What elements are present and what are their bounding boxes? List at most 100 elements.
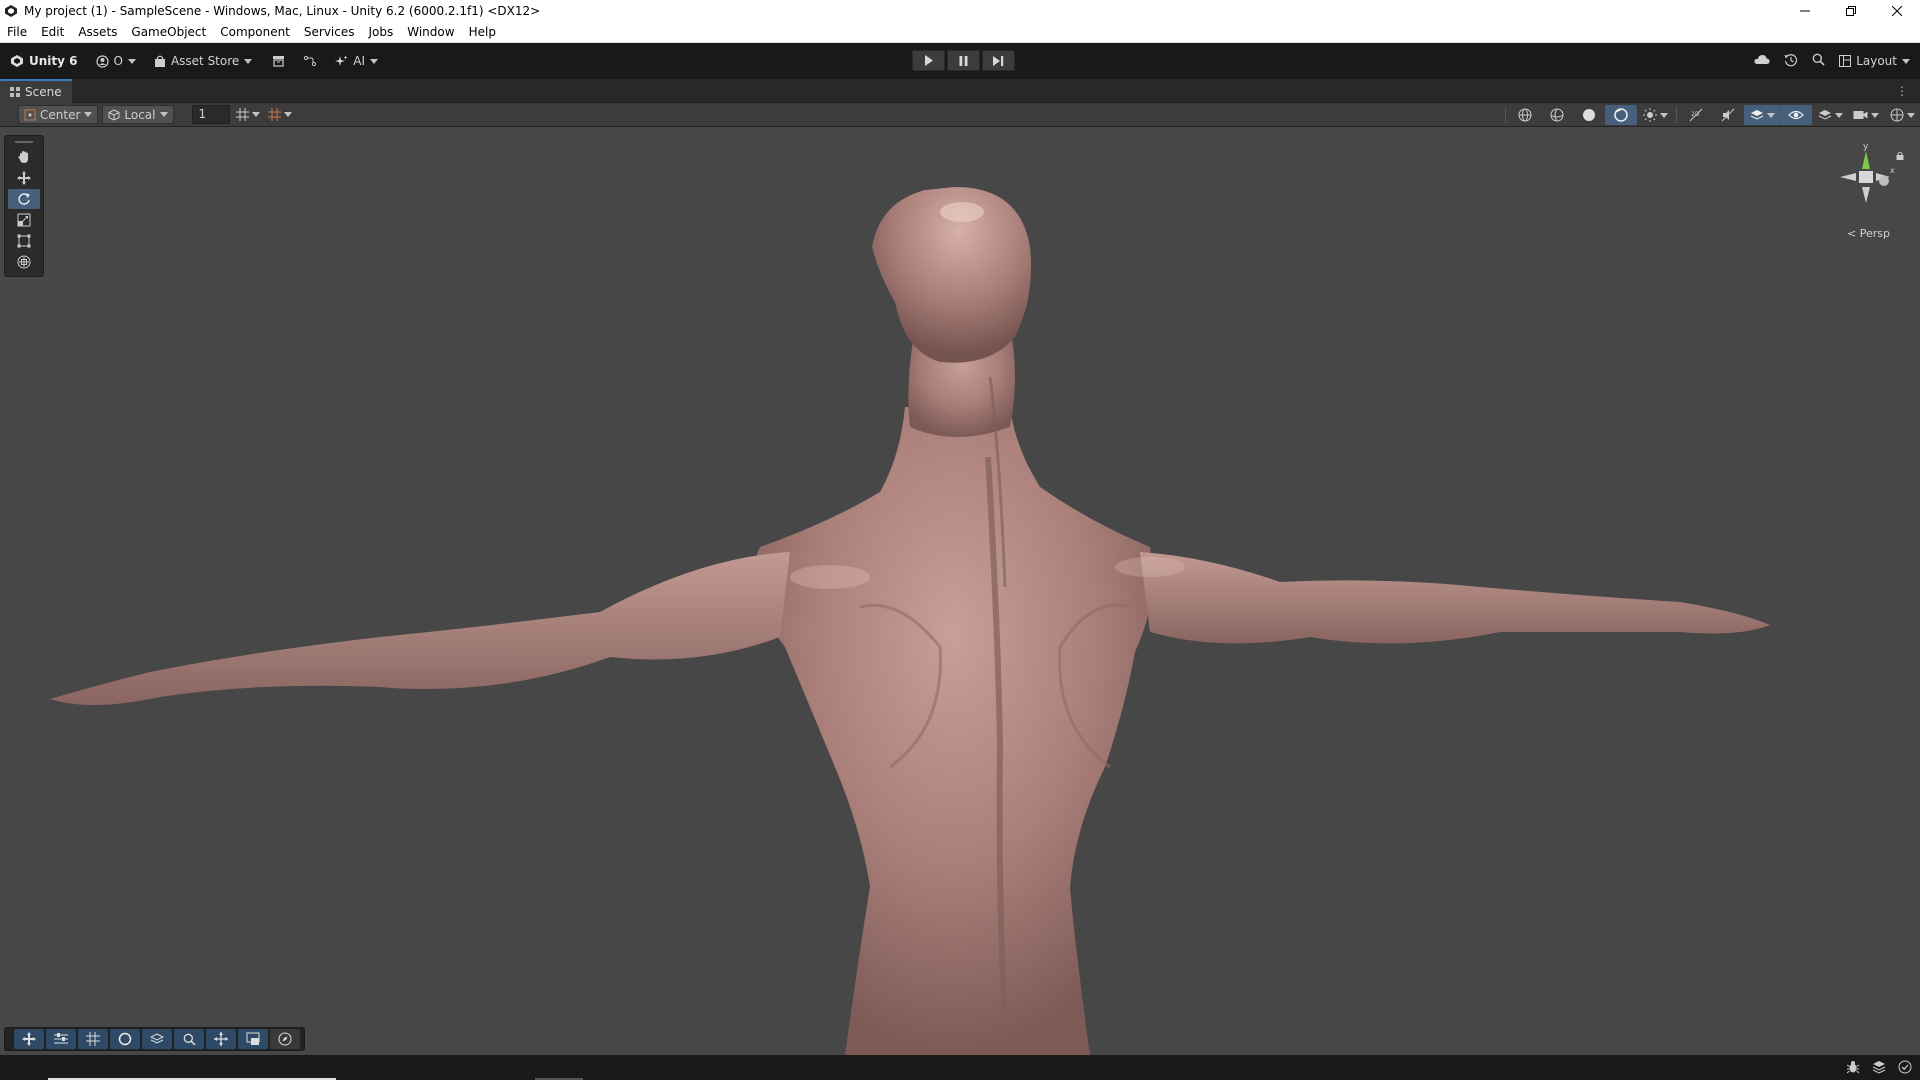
scale-icon <box>17 213 31 227</box>
snap-settings-toggle[interactable] <box>266 105 294 124</box>
globe-icon <box>1518 108 1532 122</box>
version-control-button[interactable] <box>297 49 323 73</box>
step-button[interactable] <box>982 50 1015 71</box>
version-control-icon <box>304 55 317 67</box>
layers-toggle-button[interactable] <box>142 1029 172 1049</box>
chevron-down-icon <box>1902 58 1910 64</box>
minimize-icon <box>1800 10 1810 12</box>
scale-tool-button[interactable] <box>8 210 40 230</box>
grid-icon <box>10 86 20 97</box>
circle-icon <box>118 1032 132 1046</box>
pause-button[interactable] <box>947 50 980 71</box>
gizmo-y-label: y <box>1863 142 1869 152</box>
rotate-tool-button[interactable] <box>8 189 40 209</box>
projection-label: Persp <box>1859 227 1890 240</box>
sun-icon <box>1642 108 1657 122</box>
zoom-button[interactable] <box>174 1029 204 1049</box>
layers-dropdown[interactable] <box>1812 105 1848 125</box>
unity-logo-icon <box>5 5 17 17</box>
cloud-button[interactable] <box>1754 54 1770 68</box>
stack-icon[interactable] <box>1872 1060 1886 1074</box>
draw-mode-dropdown[interactable] <box>1637 105 1673 125</box>
layout-dropdown[interactable]: Layout <box>1839 49 1910 73</box>
minimize-button[interactable] <box>1782 0 1828 22</box>
menu-jobs[interactable]: Jobs <box>362 22 401 43</box>
menu-services[interactable]: Services <box>297 22 362 43</box>
menu-window[interactable]: Window <box>400 22 461 43</box>
orientation-button[interactable] <box>46 1029 76 1049</box>
play-button[interactable] <box>912 50 945 71</box>
shading-toggle-button[interactable] <box>110 1029 140 1049</box>
axis-gizmo-icon: y x <box>1840 142 1895 203</box>
2d-toggle[interactable]: 2D <box>1680 105 1712 125</box>
menu-file[interactable]: File <box>0 22 34 43</box>
drag-handle[interactable] <box>5 138 43 146</box>
pivot-mode-dropdown[interactable]: Center <box>18 105 99 124</box>
main-toolbar: Unity 6 O Asset Store AI Layout <box>0 43 1920 79</box>
wireframe-shading-button[interactable] <box>1541 105 1573 125</box>
compass-icon <box>278 1032 292 1046</box>
scene-orientation-gizmo[interactable]: y x <box>1826 141 1906 241</box>
more-options-icon[interactable]: ⋮ <box>1896 84 1908 98</box>
asset-store-label: Asset Store <box>170 54 240 68</box>
rotate-icon <box>18 193 30 205</box>
local-cube-icon <box>108 108 120 121</box>
lock-icon[interactable] <box>1896 151 1904 160</box>
tab-scene-label: Scene <box>25 84 62 99</box>
2d-icon: 2D <box>1689 108 1703 122</box>
grid-toggle-button[interactable] <box>78 1029 108 1049</box>
gizmo-x-label: x <box>1890 166 1895 175</box>
effects-dropdown[interactable] <box>1744 105 1780 125</box>
grid-snap-icon <box>235 108 249 121</box>
snap-icon <box>267 108 281 121</box>
undo-history-button[interactable] <box>1784 53 1798 70</box>
menu-edit[interactable]: Edit <box>34 22 71 43</box>
scene-viewport[interactable]: y x < Persp <box>0 127 1920 1055</box>
rect-tool-button[interactable] <box>8 231 40 251</box>
chevron-down-icon <box>1906 112 1915 118</box>
separator <box>1505 107 1506 123</box>
bug-icon[interactable] <box>1846 1060 1860 1074</box>
menu-component[interactable]: Component <box>213 22 297 43</box>
scene-visibility-toggle[interactable] <box>1780 105 1812 125</box>
pivot-rotation-dropdown[interactable]: Local <box>102 105 174 124</box>
shaded-button[interactable] <box>1573 105 1605 125</box>
layers-icon <box>150 1033 164 1044</box>
camera-settings-dropdown[interactable] <box>1848 105 1884 125</box>
chevron-down-icon <box>1766 112 1775 118</box>
menu-assets[interactable]: Assets <box>71 22 124 43</box>
pan-button[interactable] <box>206 1029 236 1049</box>
gizmos-dropdown[interactable] <box>1884 105 1920 125</box>
asset-store-dropdown[interactable]: Asset Store <box>148 49 258 73</box>
close-button[interactable] <box>1874 0 1920 22</box>
restore-button[interactable] <box>1828 0 1874 22</box>
eye-icon <box>1788 110 1804 120</box>
hand-tool-button[interactable] <box>8 147 40 167</box>
menu-gameobject[interactable]: GameObject <box>124 22 213 43</box>
chevron-down-icon <box>159 112 168 117</box>
pivot-mode-label: Center <box>40 107 81 122</box>
projection-toggle[interactable]: < Persp <box>1847 227 1890 240</box>
layers-icon <box>1750 110 1763 120</box>
unity-version-button[interactable]: Unity 6 <box>4 49 84 73</box>
check-circle-icon[interactable] <box>1898 1060 1912 1074</box>
account-dropdown[interactable]: O <box>90 49 142 73</box>
transform-tool-button[interactable] <box>8 252 40 272</box>
tab-scene[interactable]: Scene <box>0 78 72 103</box>
menu-help[interactable]: Help <box>462 22 503 43</box>
grid-increment-field[interactable]: 1 <box>191 105 230 124</box>
compass-button[interactable] <box>270 1029 300 1049</box>
render-mode-button[interactable] <box>238 1029 268 1049</box>
shopping-bag-icon <box>154 55 165 67</box>
tools-overlay <box>4 135 44 277</box>
audio-toggle[interactable] <box>1712 105 1744 125</box>
camera-icon <box>1853 111 1868 119</box>
move-tool-button[interactable] <box>8 168 40 188</box>
grid-snap-toggle[interactable] <box>234 105 262 124</box>
move-view-button[interactable] <box>14 1029 44 1049</box>
orientation-toggle[interactable] <box>1509 105 1541 125</box>
search-button[interactable] <box>1812 53 1825 69</box>
shaded-wireframe-button[interactable] <box>1605 105 1637 125</box>
ai-dropdown[interactable]: AI <box>329 49 384 73</box>
package-button[interactable] <box>266 49 291 73</box>
